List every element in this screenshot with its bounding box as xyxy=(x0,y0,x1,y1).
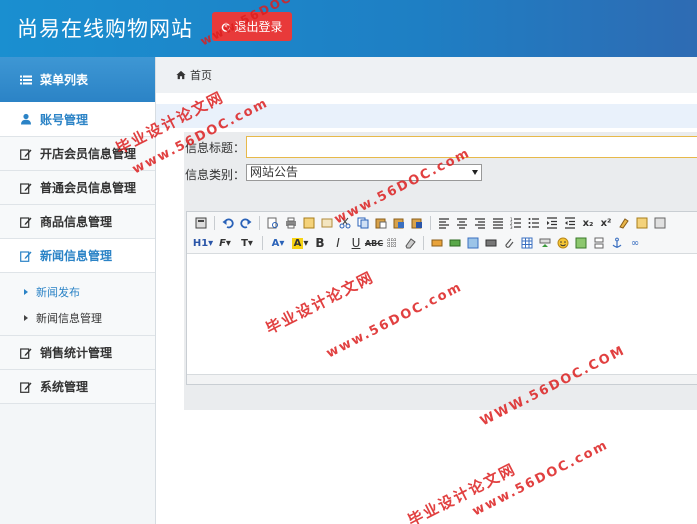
link-icon[interactable] xyxy=(429,235,445,251)
attachment-icon[interactable] xyxy=(501,235,517,251)
toolbar-divider xyxy=(262,236,263,250)
flash-icon[interactable] xyxy=(483,235,499,251)
toolbar-divider xyxy=(423,236,424,250)
anchor-icon[interactable] xyxy=(609,235,625,251)
template-icon[interactable] xyxy=(301,215,317,231)
svg-text:3: 3 xyxy=(510,225,513,229)
list-icon xyxy=(20,75,32,84)
toolbar-row-1: 123 x₂ x² xyxy=(193,214,668,232)
sidebar-item-label: 商品信息管理 xyxy=(40,215,113,229)
superscript-icon[interactable]: x² xyxy=(598,215,614,231)
anchor-image-icon[interactable] xyxy=(465,235,481,251)
indent-icon[interactable] xyxy=(544,215,560,231)
toolbar-divider xyxy=(430,216,431,230)
sidebar-item-normal-member[interactable]: 普通会员信息管理 xyxy=(0,171,155,205)
edit-icon xyxy=(20,182,32,194)
sidebar-subitem-news-manage[interactable]: 新闻信息管理 xyxy=(0,305,155,331)
code-icon[interactable] xyxy=(319,215,335,231)
edit-icon xyxy=(20,216,32,228)
sidebar-item-news[interactable]: 新闻信息管理 xyxy=(0,239,155,273)
image-icon[interactable] xyxy=(573,235,589,251)
bold-icon[interactable]: B xyxy=(312,235,328,251)
align-right-icon[interactable] xyxy=(472,215,488,231)
unlink-icon[interactable] xyxy=(447,235,463,251)
edit-icon xyxy=(20,347,32,359)
sidebar-item-label: 普通会员信息管理 xyxy=(40,181,137,195)
paste-text-icon[interactable] xyxy=(391,215,407,231)
sidebar-item-label: 账号管理 xyxy=(40,112,89,127)
edit-icon xyxy=(20,381,32,393)
paste-word-icon[interactable] xyxy=(409,215,425,231)
menu-header: 菜单列表 xyxy=(0,57,155,102)
source-icon[interactable] xyxy=(193,215,209,231)
underline-icon[interactable]: U xyxy=(348,235,364,251)
align-justify-icon[interactable] xyxy=(490,215,506,231)
sidebar-subitem-news-publish[interactable]: 新闻发布 xyxy=(0,279,155,305)
home-icon[interactable] xyxy=(176,70,186,80)
emoticon-icon[interactable] xyxy=(555,235,571,251)
table-icon[interactable] xyxy=(519,235,535,251)
editor-toolbar: 123 x₂ x² H1▾ F▾ T▾ A▾ A▾ B I U ABC xyxy=(187,212,697,254)
eraser-icon[interactable] xyxy=(402,235,418,251)
edit-icon xyxy=(20,250,32,262)
size-label: T xyxy=(241,237,248,249)
strikethrough-icon[interactable]: ABC xyxy=(365,235,383,251)
paste-icon[interactable] xyxy=(373,215,389,231)
font-family-dropdown[interactable]: F ▾ xyxy=(215,235,235,251)
subitem-label: 新闻发布 xyxy=(36,286,80,299)
page-break-icon[interactable] xyxy=(591,235,607,251)
sidebar-item-label: 销售统计管理 xyxy=(40,346,113,360)
sidebar: 菜单列表 账号管理 开店会员信息管理 普通会员信息管理 商品信息管理 新闻信息管… xyxy=(0,57,156,524)
font-size-dropdown[interactable]: T ▾ xyxy=(237,235,257,251)
font-color-icon[interactable]: A▾ xyxy=(268,235,288,251)
heading-dropdown[interactable]: H1 ▾ xyxy=(193,235,213,251)
ordered-list-icon[interactable]: 123 xyxy=(508,215,524,231)
caret-right-icon xyxy=(24,289,28,295)
toolbar-row-2: H1 ▾ F ▾ T ▾ A▾ A ▾ B I U ABC ∞ xyxy=(193,234,643,252)
highlight-color-icon[interactable]: A ▾ xyxy=(290,235,310,251)
site-title: 尚易在线购物网站 xyxy=(17,17,193,41)
caret-right-icon xyxy=(24,315,28,321)
redo-icon[interactable] xyxy=(238,215,254,231)
sidebar-item-label: 新闻信息管理 xyxy=(40,249,113,263)
news-submenu: 新闻发布 新闻信息管理 xyxy=(0,273,155,336)
user-icon xyxy=(21,113,31,125)
italic-icon[interactable]: I xyxy=(330,235,346,251)
outdent-icon[interactable] xyxy=(562,215,578,231)
toolbar-divider xyxy=(214,216,215,230)
menu-title: 菜单列表 xyxy=(40,73,89,87)
category-selected-value: 网站公告 xyxy=(250,165,299,179)
unordered-list-icon[interactable] xyxy=(526,215,542,231)
title-input[interactable] xyxy=(246,136,697,158)
more-icon[interactable]: ∞ xyxy=(627,235,643,251)
category-label: 信息类别： xyxy=(185,168,246,182)
subitem-label: 新闻信息管理 xyxy=(36,312,102,325)
select-all-icon[interactable] xyxy=(634,215,650,231)
print-icon[interactable] xyxy=(283,215,299,231)
breadcrumb: 首页 xyxy=(156,57,697,93)
clear-format-icon[interactable] xyxy=(616,215,632,231)
sidebar-item-label: 系统管理 xyxy=(40,380,89,394)
sidebar-item-goods[interactable]: 商品信息管理 xyxy=(0,205,155,239)
editor-statusbar xyxy=(187,374,697,384)
breadcrumb-home[interactable]: 首页 xyxy=(190,67,212,83)
chevron-down-icon xyxy=(472,170,478,175)
undo-icon[interactable] xyxy=(220,215,236,231)
heading-label: H1 xyxy=(192,237,209,249)
table-border-icon[interactable] xyxy=(384,235,400,251)
preview-icon[interactable] xyxy=(265,215,281,231)
align-center-icon[interactable] xyxy=(454,215,470,231)
toolbar-divider xyxy=(259,216,260,230)
top-header: 尚易在线购物网站 退出登录 xyxy=(0,0,697,57)
sidebar-item-system[interactable]: 系统管理 xyxy=(0,370,155,404)
font-label: F xyxy=(219,237,226,249)
sidebar-item-sales-stats[interactable]: 销售统计管理 xyxy=(0,336,155,370)
edit-icon xyxy=(20,148,32,160)
fullscreen-icon[interactable] xyxy=(652,215,668,231)
insert-row-icon[interactable] xyxy=(537,235,553,251)
align-left-icon[interactable] xyxy=(436,215,452,231)
subscript-icon[interactable]: x₂ xyxy=(580,215,596,231)
